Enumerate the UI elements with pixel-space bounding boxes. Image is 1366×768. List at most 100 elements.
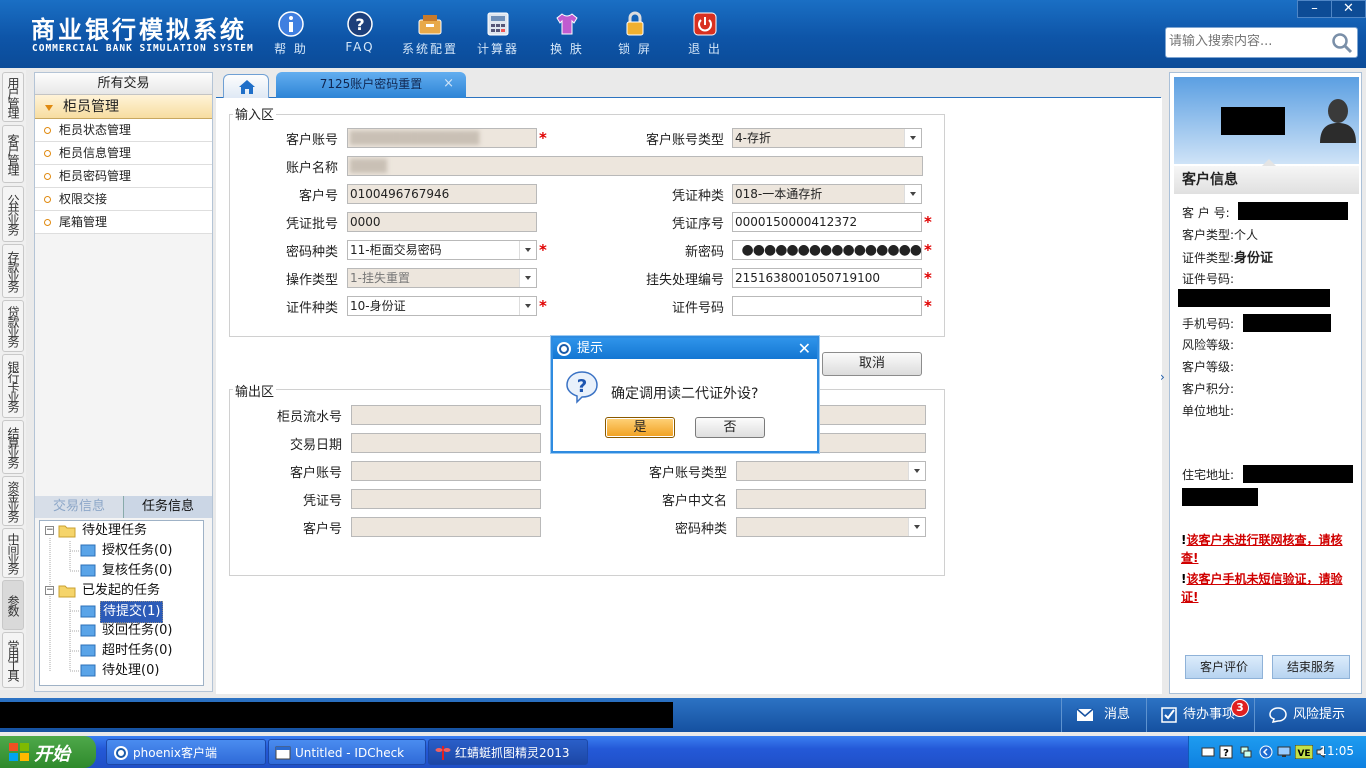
- tree-to-submit[interactable]: 待提交(1): [80, 601, 164, 623]
- label-teller-seq: 柜员流水号: [276, 410, 342, 425]
- vnav-user-management[interactable]: 用户管理: [2, 72, 24, 122]
- window-close-button[interactable]: ✕: [1331, 0, 1366, 18]
- monitor-icon[interactable]: [1277, 745, 1291, 759]
- chevron-left-icon[interactable]: [1259, 745, 1273, 759]
- vnav-intermediary[interactable]: 中间业务: [2, 528, 24, 578]
- folder-open-icon: [58, 525, 76, 537]
- vnav-settlement[interactable]: 结算业务: [2, 420, 24, 474]
- dialog-no-button[interactable]: 否: [695, 417, 765, 438]
- category-teller-management[interactable]: 柜员管理: [35, 95, 212, 119]
- voucher-batch-field[interactable]: 0000: [347, 212, 537, 232]
- ve-app-icon[interactable]: VE: [1295, 745, 1313, 759]
- keyboard-icon[interactable]: [1201, 745, 1215, 759]
- account-no-field[interactable]: ██████████████: [347, 128, 537, 148]
- window-minimize-button[interactable]: –: [1297, 0, 1332, 18]
- tree-rejected-task[interactable]: 驳回任务(0): [80, 621, 174, 641]
- lock-screen-button[interactable]: 锁 屏: [602, 8, 668, 62]
- calculator-button[interactable]: 计算器: [465, 8, 531, 62]
- warning-sms-verify[interactable]: !该客户手机未短信验证，请验证!: [1181, 570, 1359, 606]
- menu-teller-status[interactable]: 柜员状态管理: [35, 119, 212, 142]
- taskbar-phoenix-client[interactable]: phoenix客户端: [106, 739, 266, 765]
- voucher-type-select[interactable]: 018-一本通存折: [732, 184, 922, 204]
- vnav-customer-management[interactable]: 客户管理: [2, 125, 24, 183]
- menu-teller-info[interactable]: 柜员信息管理: [35, 142, 212, 165]
- clock: 11:05: [1319, 744, 1354, 758]
- taskbar-screenshot-tool[interactable]: 红蜻蜓抓图精灵2013: [428, 739, 588, 765]
- label-customer-no: 客户号: [298, 189, 338, 204]
- svg-text:?: ?: [1223, 748, 1229, 759]
- app-logo-icon: [114, 746, 128, 760]
- dialog-yes-button[interactable]: 是: [605, 417, 675, 438]
- customer-evaluate-button[interactable]: 客户评价: [1185, 655, 1263, 679]
- tree-to-process[interactable]: 待处理(0): [80, 661, 161, 681]
- tab-transaction-info[interactable]: 交易信息: [35, 496, 123, 518]
- tab-close-button[interactable]: ×: [443, 72, 454, 96]
- operation-type-select[interactable]: 1-挂失重置: [347, 268, 537, 288]
- dialog-close-button[interactable]: ✕: [798, 338, 811, 359]
- network-icon[interactable]: [1239, 745, 1253, 759]
- menu-teller-password[interactable]: 柜员密码管理: [35, 165, 212, 188]
- required-mark: *: [539, 129, 547, 147]
- vnav-loan[interactable]: 贷款业务: [2, 300, 24, 352]
- vnav-bank-card[interactable]: 银行卡业务: [2, 354, 24, 418]
- tab-password-reset[interactable]: 7125账户密码重置 ×: [276, 72, 466, 98]
- end-service-button[interactable]: 结束服务: [1272, 655, 1350, 679]
- tree-pending-group[interactable]: 待处理任务: [58, 521, 149, 541]
- menu-permission-handover[interactable]: 权限交接: [35, 188, 212, 211]
- id-type-select[interactable]: 10-身份证: [347, 296, 537, 316]
- tree-review-task[interactable]: 复核任务(0): [80, 561, 174, 581]
- tree-timeout-task[interactable]: 超时任务(0): [80, 641, 174, 661]
- tree-initiated-group[interactable]: 已发起的任务: [58, 581, 162, 601]
- menu-cash-box[interactable]: 尾箱管理: [35, 211, 212, 234]
- new-password-field[interactable]: ●●●●●●●●●●●●●●●●: [732, 240, 922, 260]
- taskbar-idcheck[interactable]: Untitled - IDCheck: [268, 739, 426, 765]
- vnav-public-business[interactable]: 公共业务: [2, 186, 24, 242]
- loss-process-no-field[interactable]: 2151638001050719100: [732, 268, 922, 288]
- vnav-deposit[interactable]: 存款业务: [2, 244, 24, 298]
- cancel-button[interactable]: 取消: [822, 352, 922, 376]
- vnav-fund[interactable]: 资金业务: [2, 476, 24, 526]
- search-icon[interactable]: [1330, 32, 1354, 54]
- required-mark: *: [924, 297, 932, 315]
- all-transactions-header[interactable]: 所有交易: [35, 73, 212, 95]
- system-config-button[interactable]: 系统配置: [397, 8, 463, 62]
- voucher-seq-field[interactable]: 0000150000412372: [732, 212, 922, 232]
- output-field: [816, 405, 926, 425]
- id-no-field[interactable]: [732, 296, 922, 316]
- pwd-type-output: [736, 517, 926, 537]
- label-out-customer-no: 客户号: [302, 522, 342, 537]
- voucher-no-output: [351, 489, 541, 509]
- help-button[interactable]: 帮 助: [258, 8, 324, 62]
- exit-button[interactable]: 退 出: [672, 8, 738, 62]
- dropdown-arrow-icon: [904, 185, 921, 203]
- help-tray-icon[interactable]: ?: [1219, 745, 1233, 759]
- collapse-toggle[interactable]: −: [45, 526, 54, 535]
- customer-no-output: [351, 517, 541, 537]
- tree-authorization-task[interactable]: 授权任务(0): [80, 541, 174, 561]
- dialog-titlebar[interactable]: 提示 ✕: [553, 338, 817, 359]
- label-cn-name: 客户中文名: [661, 494, 727, 509]
- change-skin-button[interactable]: 换 肤: [534, 8, 600, 62]
- tab-task-info[interactable]: 任务信息: [123, 496, 212, 518]
- warning-network-check[interactable]: !该客户未进行联网核查，请核查!: [1181, 531, 1359, 567]
- faq-button[interactable]: ? FAQ: [327, 8, 393, 62]
- right-panel-collapse-handle[interactable]: ›: [1160, 370, 1168, 410]
- vnav-common-tools[interactable]: 常用工具: [2, 632, 24, 688]
- collapse-toggle[interactable]: −: [45, 586, 54, 595]
- account-type-select[interactable]: 4-存折: [732, 128, 922, 148]
- redacted-block: [1238, 202, 1348, 220]
- tab-home[interactable]: [223, 74, 269, 98]
- windows-taskbar: 开始 phoenix客户端 Untitled - IDCheck 红蜻蜓抓图精灵…: [0, 736, 1366, 768]
- search-input[interactable]: [1169, 34, 1329, 49]
- start-button[interactable]: 开始: [0, 736, 96, 768]
- label-account-name: 账户名称: [285, 161, 338, 176]
- customer-points-label: 客户积分:: [1182, 382, 1235, 396]
- label-voucher-batch: 凭证批号: [285, 217, 338, 232]
- app-subtitle: COMMERCIAL BANK SIMULATION SYSTEM: [32, 43, 254, 54]
- vnav-parameters[interactable]: 参数: [2, 580, 24, 630]
- password-type-select[interactable]: 11-柜面交易密码: [347, 240, 537, 260]
- messages-button[interactable]: 消息: [1061, 698, 1151, 732]
- risk-alert-button[interactable]: 风险提示: [1254, 698, 1366, 732]
- customer-no-field[interactable]: 0100496767946: [347, 184, 537, 204]
- account-name-field[interactable]: ████: [347, 156, 923, 176]
